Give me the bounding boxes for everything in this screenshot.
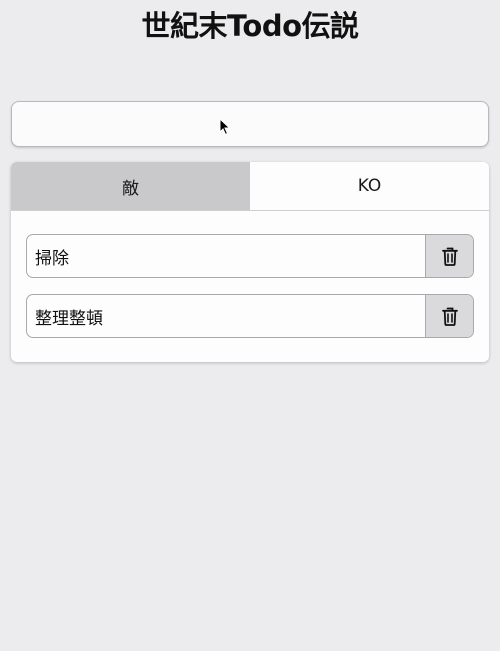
delete-button[interactable]: [425, 235, 473, 277]
tab-enemy[interactable]: 敵: [11, 162, 250, 210]
todo-text-field[interactable]: 掃除: [27, 235, 425, 277]
tab-ko[interactable]: KO: [250, 162, 489, 210]
tab-ko-label: KO: [357, 176, 382, 196]
tab-enemy-label: 敵: [122, 178, 139, 199]
list-item: 整理整頓: [26, 294, 474, 338]
new-todo-input[interactable]: [11, 101, 489, 147]
todo-list: 掃除 整理整頓: [11, 211, 489, 338]
page-title: 世紀末Todo伝説: [141, 9, 359, 43]
todo-text: 掃除: [35, 248, 69, 269]
list-item: 掃除: [26, 234, 474, 278]
tab-bar: 敵 KO: [11, 162, 489, 211]
mouse-pointer-icon: [219, 118, 231, 136]
todo-text-field[interactable]: 整理整頓: [27, 295, 425, 337]
todo-text: 整理整頓: [35, 308, 103, 329]
trash-icon: [441, 247, 458, 266]
delete-button[interactable]: [425, 295, 473, 337]
todo-card: 敵 KO 掃除 整理整頓: [11, 162, 489, 362]
trash-icon: [441, 307, 458, 326]
